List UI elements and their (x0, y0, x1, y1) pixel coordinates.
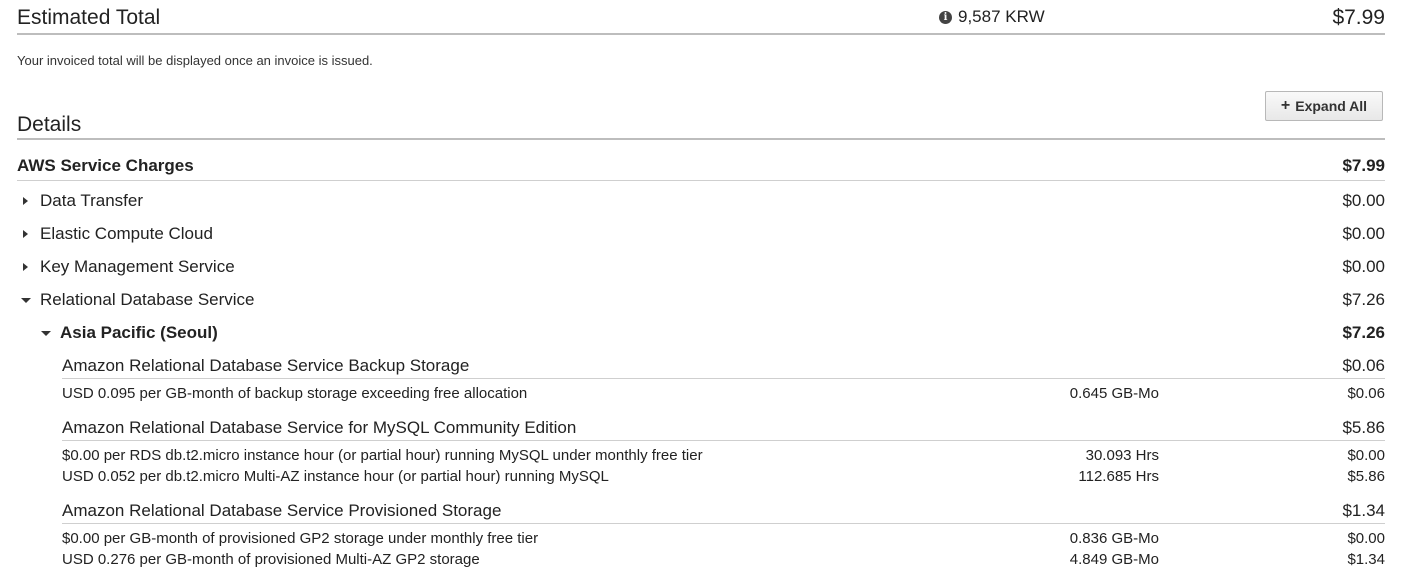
line-item-description: $0.00 per GB-month of provisioned GP2 st… (62, 530, 539, 547)
region-amount: $7.26 (1342, 323, 1385, 342)
usage-group-amount: $0.06 (1342, 356, 1385, 375)
divider (17, 33, 1385, 35)
line-item-amount: $0.00 (1347, 447, 1385, 464)
service-amount: $0.00 (1342, 257, 1385, 276)
line-item-amount: $1.34 (1347, 551, 1385, 568)
line-item-amount: $0.06 (1347, 385, 1385, 402)
service-charges-title: AWS Service Charges (17, 156, 194, 175)
service-charges-amount: $7.99 (1342, 156, 1385, 175)
service-amount: $0.00 (1342, 191, 1385, 210)
service-name[interactable]: Elastic Compute Cloud (40, 224, 213, 244)
service-name[interactable]: Data Transfer (40, 191, 143, 211)
divider (62, 378, 1385, 379)
caret-right-icon[interactable] (23, 263, 28, 271)
expand-all-button[interactable]: + Expand All (1265, 91, 1383, 121)
region-name[interactable]: Asia Pacific (Seoul) (60, 323, 218, 343)
usage-group-title: Amazon Relational Database Service for M… (62, 418, 577, 437)
service-name[interactable]: Relational Database Service (40, 290, 255, 310)
line-item-usage: 0.836 GB-Mo (1069, 530, 1159, 547)
usage-group-title: Amazon Relational Database Service Provi… (62, 501, 502, 520)
caret-down-icon[interactable] (21, 298, 31, 303)
line-item-description: USD 0.052 per db.t2.micro Multi-AZ insta… (62, 468, 609, 485)
divider (62, 440, 1385, 441)
line-item-usage: 4.849 GB-Mo (1069, 551, 1159, 568)
line-item-amount: $5.86 (1347, 468, 1385, 485)
caret-right-icon[interactable] (23, 197, 28, 205)
caret-down-icon[interactable] (41, 331, 51, 336)
usage-group-amount: $5.86 (1342, 418, 1385, 437)
service-amount: $7.26 (1342, 290, 1385, 309)
info-icon[interactable]: i (939, 11, 952, 24)
line-item-usage: 112.685 Hrs (1078, 468, 1159, 485)
line-item-description: USD 0.276 per GB-month of provisioned Mu… (62, 551, 480, 568)
details-title: Details (17, 113, 82, 136)
divider (62, 523, 1385, 524)
estimated-total-amount: $7.99 (1332, 6, 1385, 29)
expand-all-label: Expand All (1295, 98, 1368, 114)
line-item-usage: 0.645 GB-Mo (1069, 385, 1159, 402)
usage-group-title: Amazon Relational Database Service Backu… (62, 356, 470, 375)
service-amount: $0.00 (1342, 224, 1385, 243)
divider (17, 138, 1385, 140)
divider (17, 180, 1385, 181)
estimated-total-title: Estimated Total (17, 6, 161, 29)
line-item-amount: $0.00 (1347, 530, 1385, 547)
service-name[interactable]: Key Management Service (40, 257, 235, 277)
line-item-description: USD 0.095 per GB-month of backup storage… (62, 385, 528, 402)
usage-group-amount: $1.34 (1342, 501, 1385, 520)
caret-right-icon[interactable] (23, 230, 28, 238)
estimated-total-krw: 9,587 KRW (958, 7, 1045, 26)
line-item-usage: 30.093 Hrs (1085, 447, 1159, 464)
line-item-description: $0.00 per RDS db.t2.micro instance hour … (62, 447, 703, 464)
invoice-note: Your invoiced total will be displayed on… (17, 53, 373, 68)
plus-icon: + (1280, 97, 1291, 114)
